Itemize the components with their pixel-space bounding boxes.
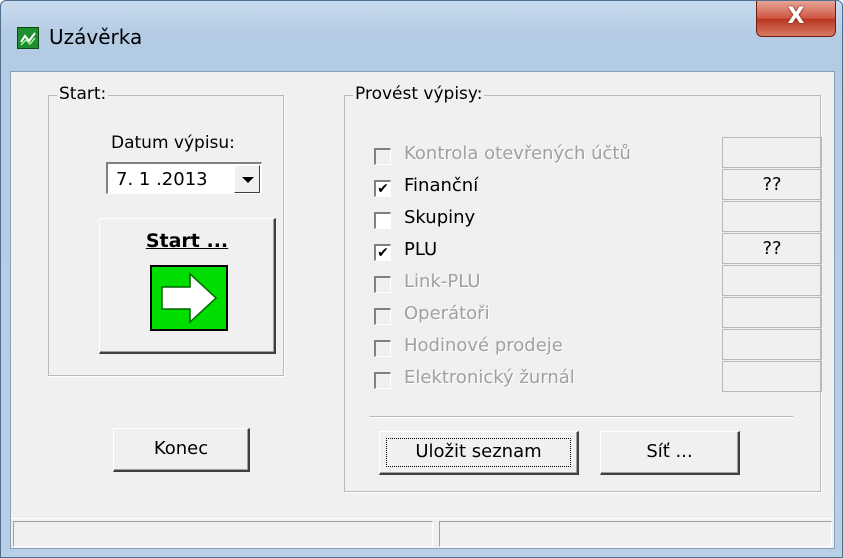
- end-button[interactable]: Konec: [113, 428, 250, 472]
- report-checkbox: [374, 276, 391, 293]
- report-checkbox[interactable]: [374, 212, 391, 229]
- start-groupbox: Start: Datum výpisu: 7. 1 .2013 Start ..…: [48, 84, 284, 376]
- report-status-cell: [722, 137, 822, 168]
- report-checkbox[interactable]: ✔: [374, 244, 391, 261]
- start-group-label: Start:: [57, 84, 109, 104]
- start-button[interactable]: Start ...: [99, 218, 276, 354]
- close-button[interactable]: X: [756, 1, 836, 37]
- report-item-label: Elektronický žurnál: [404, 367, 575, 388]
- date-combobox[interactable]: 7. 1 .2013: [106, 162, 262, 194]
- report-item: Hodinové prodeje: [374, 335, 704, 365]
- window-title: Uzávěrka: [49, 25, 143, 49]
- report-item-label: Finanční: [404, 175, 479, 196]
- report-checkbox: [374, 148, 391, 165]
- separator: [369, 416, 793, 418]
- report-checkbox: [374, 340, 391, 357]
- report-item: Link-PLU: [374, 271, 704, 301]
- report-status-cell: ??: [722, 169, 822, 200]
- status-bar: [11, 518, 834, 548]
- report-item-label: Hodinové prodeje: [404, 335, 563, 356]
- report-item-label: Operátoři: [404, 303, 490, 324]
- report-item-label: PLU: [404, 239, 438, 260]
- report-item-label: Skupiny: [404, 207, 476, 228]
- client-area: Start: Datum výpisu: 7. 1 .2013 Start ..…: [10, 71, 835, 549]
- report-checkbox: [374, 372, 391, 389]
- report-list: Kontrola otevřených účtů ✔ Finanční?? Skupi…: [374, 137, 824, 403]
- report-item[interactable]: ✔ PLU: [374, 239, 704, 269]
- arrow-right-icon: [150, 265, 228, 331]
- report-item[interactable]: ✔ Finanční: [374, 175, 704, 205]
- report-status-cell: [722, 361, 822, 392]
- start-button-label: Start ...: [145, 230, 229, 252]
- report-status-cell: ??: [722, 233, 822, 264]
- date-label: Datum výpisu:: [111, 133, 235, 153]
- status-panel-2: [439, 521, 832, 547]
- report-checkbox: [374, 308, 391, 325]
- status-panel-1: [13, 521, 433, 547]
- report-checkbox[interactable]: ✔: [374, 180, 391, 197]
- end-button-label: Konec: [153, 438, 209, 459]
- close-icon: X: [787, 4, 805, 29]
- title-bar[interactable]: Uzávěrka X: [1, 1, 842, 71]
- report-item[interactable]: Skupiny: [374, 207, 704, 237]
- report-item-label: Kontrola otevřených účtů: [404, 143, 631, 164]
- report-item: Kontrola otevřených účtů: [374, 143, 704, 173]
- reports-groupbox: Provést výpisy: Kontrola otevřených účtů…: [344, 84, 824, 492]
- date-value: 7. 1 .2013: [116, 169, 208, 190]
- app-icon: [17, 27, 39, 49]
- network-button[interactable]: Síť ...: [600, 431, 740, 475]
- report-status-cell: [722, 329, 822, 360]
- dialog-window: Uzávěrka X Start: Datum výpisu: 7. 1 .20…: [0, 0, 843, 558]
- report-status-cell: [722, 201, 822, 232]
- save-list-button[interactable]: Uložit seznam: [379, 431, 579, 475]
- reports-group-label: Provést výpisy:: [353, 84, 485, 104]
- save-list-button-label: Uložit seznam: [415, 441, 542, 462]
- report-item: Operátoři: [374, 303, 704, 333]
- dropdown-arrow-icon[interactable]: [234, 165, 260, 193]
- report-item-label: Link-PLU: [404, 271, 481, 292]
- report-status-cell: [722, 265, 822, 296]
- report-status-cell: [722, 297, 822, 328]
- network-button-label: Síť ...: [646, 441, 693, 462]
- report-item: Elektronický žurnál: [374, 367, 704, 397]
